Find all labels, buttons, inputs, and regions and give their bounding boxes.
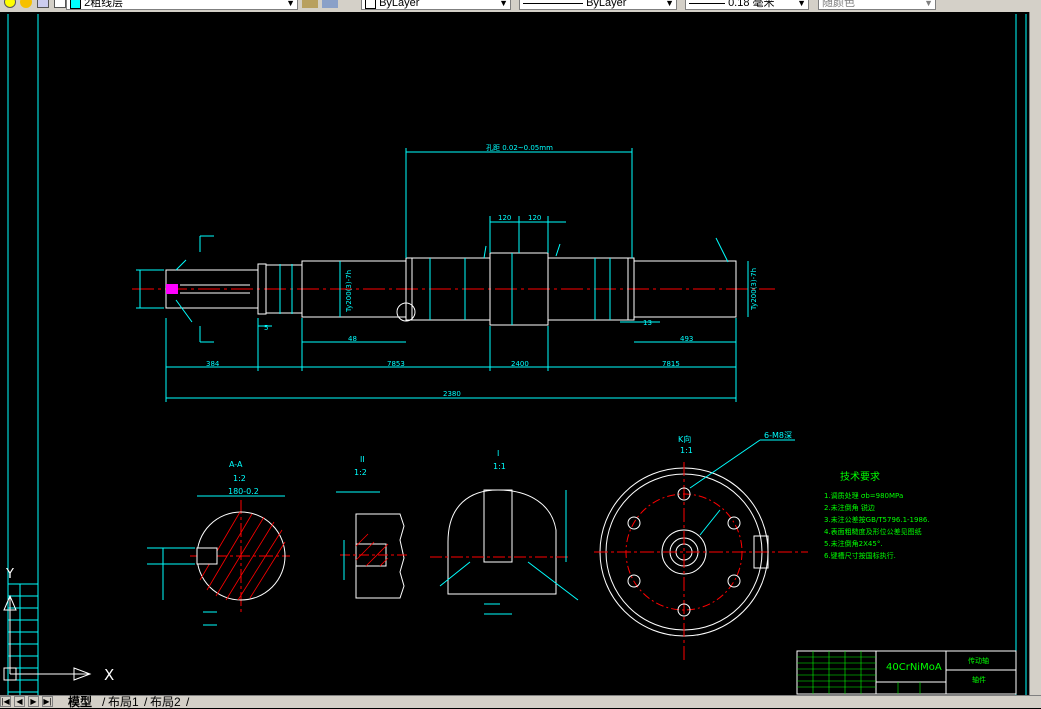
dim-right-seg: 493 xyxy=(680,335,693,343)
drawing-canvas[interactable]: 2380 384 7853 2400 7815 48 493 孔距 0.02~0… xyxy=(0,12,1030,696)
lineweight-preview xyxy=(689,2,725,4)
view-k-title: K向 xyxy=(678,434,691,444)
chevron-down-icon: ▼ xyxy=(665,0,674,8)
tech-note-3: 3.未注公差按GB/T5796.1-1986. xyxy=(824,515,930,524)
linetype-preview xyxy=(523,2,583,4)
color-value: ByLayer xyxy=(379,0,420,9)
last-tab-button[interactable]: ▶| xyxy=(42,696,53,707)
layer-color-icon[interactable] xyxy=(54,0,66,8)
layer-name: 2粗线层 xyxy=(84,0,124,9)
lock-icon[interactable] xyxy=(37,0,49,8)
lineweight-value: 0.18 毫米 xyxy=(728,0,775,9)
view-k-scale: 1:1 xyxy=(680,446,693,455)
linetype-dropdown[interactable]: ByLayer ▼ xyxy=(519,0,677,10)
main-shaft-view xyxy=(132,252,775,326)
dim-overall: 2380 xyxy=(443,390,461,398)
layer-dropdown[interactable]: 2粗线层 ▼ xyxy=(66,0,298,10)
dim-center: 2400 xyxy=(511,360,529,368)
section-aa: A-A 1:2 180-0.2 xyxy=(147,460,290,626)
tab-separator: / xyxy=(186,695,190,709)
main-dim-text: 2380 384 7853 2400 7815 48 493 孔距 0.02~0… xyxy=(206,144,758,398)
main-dimensions xyxy=(136,148,749,402)
tab-model[interactable]: 模型 xyxy=(68,696,92,708)
tab-layout1[interactable]: 布局1 xyxy=(108,696,139,708)
view-k: K向 1:1 6-M8深 xyxy=(594,431,808,662)
section-aa-title: A-A xyxy=(229,460,243,469)
tech-note-4: 4.表面粗糙度及形位公差见图纸 xyxy=(824,527,922,536)
layer-previous-icon[interactable] xyxy=(322,0,338,8)
plotstyle-value: 随颜色 xyxy=(822,0,855,9)
chevron-down-icon: ▼ xyxy=(499,0,508,8)
color-dropdown[interactable]: ByLayer ▼ xyxy=(361,0,511,10)
fit-label-left: Ty200(3)-7h xyxy=(345,270,353,313)
title-code: 轴件 xyxy=(972,675,986,684)
section-aa-dim: 180-0.2 xyxy=(228,487,259,496)
tab-layout2[interactable]: 布局2 xyxy=(150,696,181,708)
technical-requirements: 技术要求 1.调质处理 σb=980MPa 2.未注倒角 锐边 3.未注公差按G… xyxy=(824,470,930,560)
dim-left-seg: 48 xyxy=(348,335,357,343)
cad-drawing: 2380 384 7853 2400 7815 48 493 孔距 0.02~0… xyxy=(3,14,1027,696)
next-tab-button[interactable]: ▶ xyxy=(28,696,39,707)
chevron-down-icon: ▼ xyxy=(797,0,806,8)
chevron-down-icon: ▼ xyxy=(924,0,933,8)
section-i-title: I xyxy=(497,449,499,458)
tab-separator: / xyxy=(144,695,148,709)
section-aa-scale: 1:2 xyxy=(233,474,246,483)
chevron-down-icon: ▼ xyxy=(286,0,295,8)
ucs-x-label: X xyxy=(104,666,114,684)
prev-tab-button[interactable]: ◀ xyxy=(14,696,25,707)
layer-on-icon[interactable] xyxy=(4,0,16,8)
layer-color-swatch xyxy=(70,0,81,9)
layout-tab-bar: |◀ ◀ ▶ ▶| 模型 / 布局1 / 布局2 / xyxy=(0,695,1041,708)
linetype-value: ByLayer xyxy=(586,0,627,9)
fit-label-right: Ty200(3)-7h xyxy=(750,268,758,311)
dim-left-end: 384 xyxy=(206,360,220,368)
color-swatch xyxy=(365,0,376,9)
first-tab-button[interactable]: |◀ xyxy=(0,696,11,707)
dim-top-span: 孔距 0.02~0.05mm xyxy=(486,144,553,152)
tech-title: 技术要求 xyxy=(840,470,880,483)
tab-separator: / xyxy=(102,695,106,709)
section-ii-scale: 1:2 xyxy=(354,468,367,477)
vertical-scrollbar[interactable] xyxy=(1029,12,1041,696)
dim-mid-left: 7853 xyxy=(387,360,405,368)
section-ii-title: II xyxy=(360,455,365,464)
dim-mid-right: 7815 xyxy=(662,360,680,368)
dim-120-a: 120 xyxy=(498,214,511,222)
tech-note-6: 6.键槽尺寸按国标执行. xyxy=(824,551,896,560)
dim-120-b: 120 xyxy=(528,214,541,222)
material: 40CrNiMoA xyxy=(886,662,942,673)
ucs-y-label: Y xyxy=(5,567,14,582)
title-block: 40CrNiMoA 传动轴 轴件 xyxy=(796,650,1017,695)
tech-note-1: 1.调质处理 σb=980MPa xyxy=(824,491,903,500)
dim-5: 5 xyxy=(264,324,268,332)
sun-icon[interactable] xyxy=(20,0,32,8)
make-current-layer-icon[interactable] xyxy=(302,0,318,8)
title-name: 传动轴 xyxy=(968,656,989,665)
lineweight-dropdown[interactable]: 0.18 毫米 ▼ xyxy=(685,0,809,10)
tech-note-5: 5.未注倒角2X45°. xyxy=(824,539,883,548)
center-hole xyxy=(166,284,178,294)
ucs-icon xyxy=(3,594,92,681)
section-i: I 1:1 xyxy=(430,449,579,615)
view-k-hole-note: 6-M8深 xyxy=(764,431,792,440)
tech-note-2: 2.未注倒角 锐边 xyxy=(824,503,875,512)
section-i-scale: 1:1 xyxy=(493,462,506,471)
dim-13: 13 xyxy=(643,319,652,327)
plotstyle-dropdown: 随颜色 ▼ xyxy=(818,0,936,10)
section-ii: II 1:2 xyxy=(336,455,410,599)
